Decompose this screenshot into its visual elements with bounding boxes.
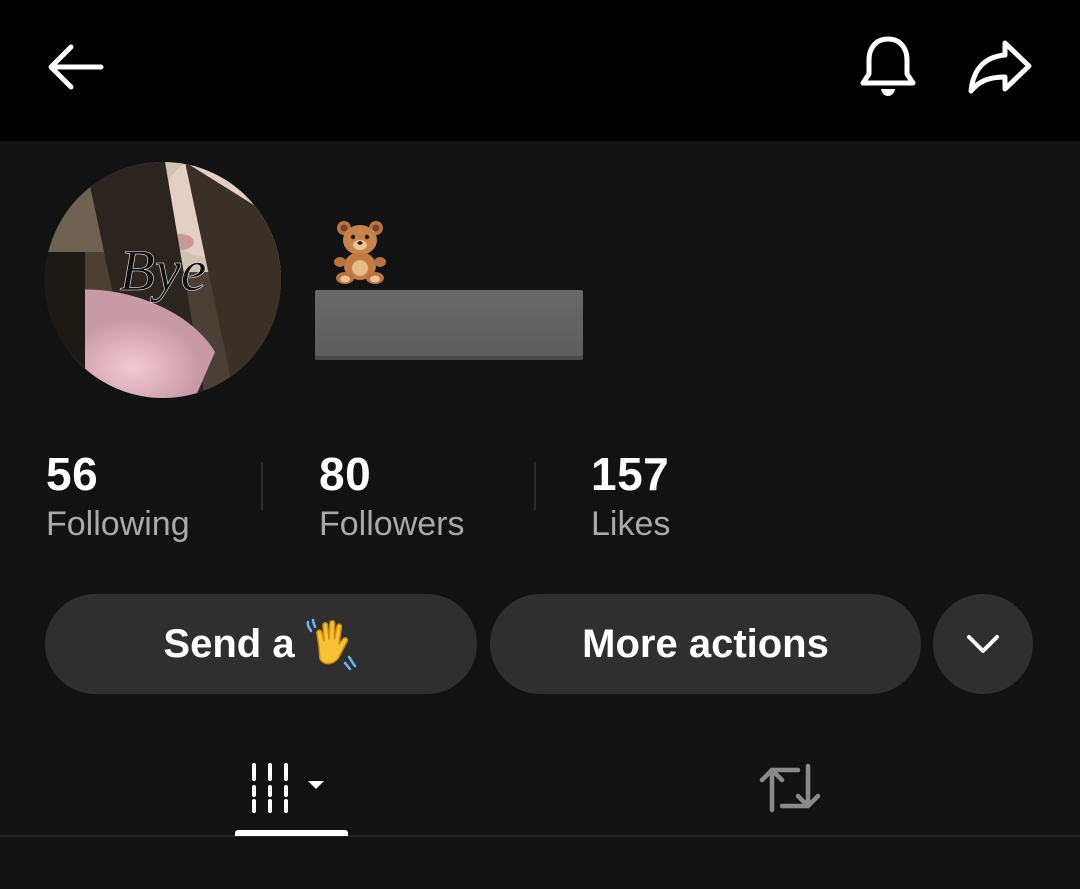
profile-page: Bye 56 Following 80 Followers 157 Likes [0,0,1080,889]
back-button[interactable] [38,34,110,100]
likes-stat[interactable]: 157 Likes [591,448,670,546]
following-count: 56 [46,448,99,500]
waving-hand-emoji-icon [305,617,359,671]
following-label: Following [46,505,190,543]
avatar-image: Bye [45,162,281,398]
send-wave-button[interactable]: Send a [45,594,477,694]
avatar-caption: Bye [120,238,207,303]
bell-icon [860,36,916,96]
active-tab-indicator [235,830,348,836]
share-button[interactable] [960,32,1040,102]
stat-divider [261,462,263,510]
top-bar [0,0,1080,141]
repost-icon [759,763,821,813]
arrow-left-icon [48,44,104,90]
tab-reposts[interactable] [700,740,880,836]
likes-count: 157 [591,448,670,500]
expand-button[interactable] [933,594,1033,694]
followers-stat[interactable]: 80 Followers [319,448,464,546]
teddy-bear-emoji-icon [334,221,386,284]
followers-count: 80 [319,448,372,500]
following-stat[interactable]: 56 Following [46,448,190,546]
tab-videos[interactable] [200,740,380,836]
username-redacted [315,290,583,360]
tab-divider [0,835,1080,837]
likes-label: Likes [591,505,671,543]
stat-divider [534,462,536,510]
avatar[interactable]: Bye [45,162,281,398]
notification-button[interactable] [850,30,926,104]
send-wave-label: Send a [163,621,295,666]
more-actions-label: More actions [582,621,829,666]
grid-videos-icon [252,763,324,813]
share-arrow-icon [968,40,1032,94]
more-actions-button[interactable]: More actions [490,594,921,694]
followers-label: Followers [319,505,465,543]
chevron-down-icon [967,635,999,653]
